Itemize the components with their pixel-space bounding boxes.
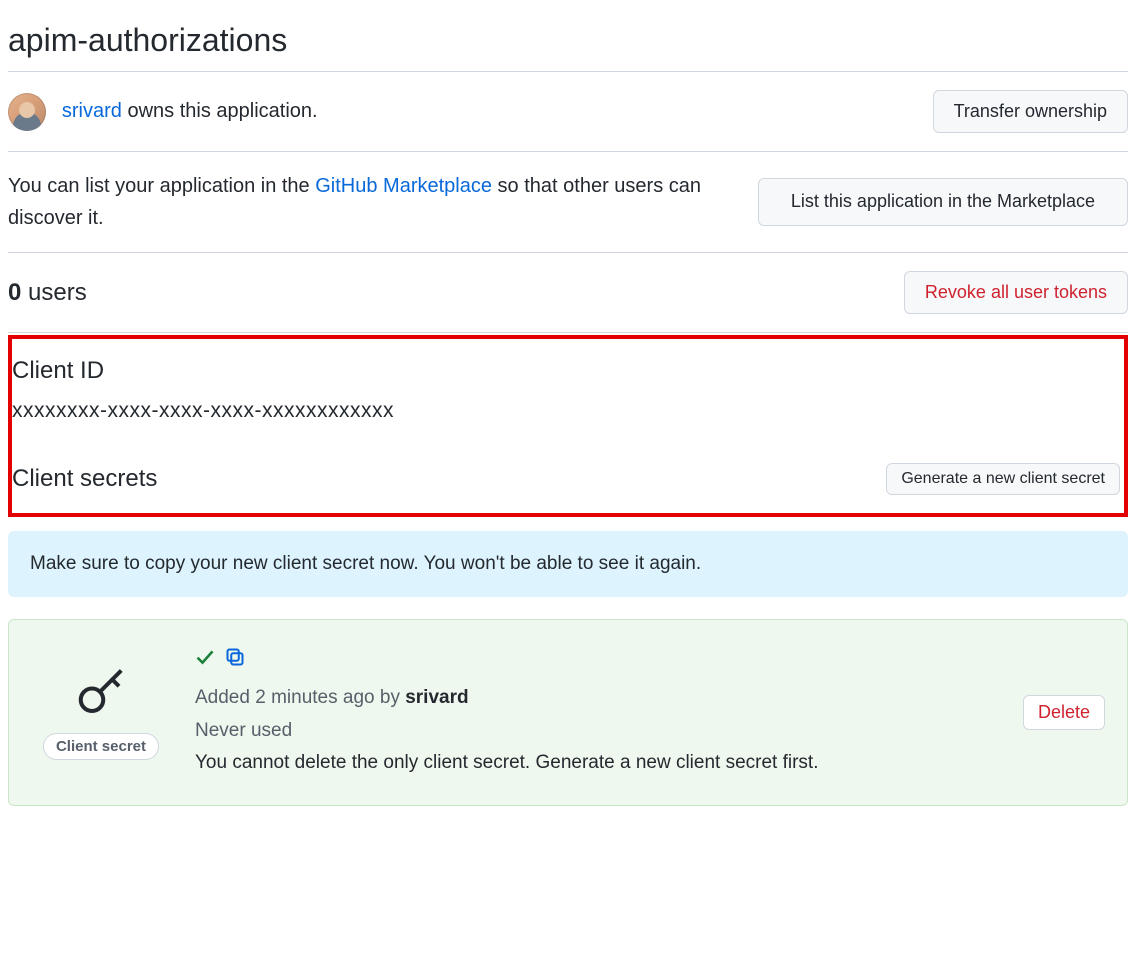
copy-secret-alert: Make sure to copy your new client secret… <box>8 531 1128 597</box>
generate-client-secret-button[interactable]: Generate a new client secret <box>886 463 1120 495</box>
client-secrets-label: Client secrets <box>12 465 157 493</box>
transfer-ownership-button[interactable]: Transfer ownership <box>933 90 1128 133</box>
users-count-number: 0 <box>8 279 21 306</box>
secret-added-time: 2 minutes ago <box>255 687 374 708</box>
client-id-label: Client ID <box>12 357 1120 385</box>
users-count: 0 users <box>8 279 87 307</box>
secret-usage: Never used <box>195 715 999 747</box>
list-marketplace-button[interactable]: List this application in the Marketplace <box>758 178 1128 225</box>
users-count-label: users <box>21 279 86 306</box>
secret-added: Added 2 minutes ago by srivard <box>195 682 999 714</box>
marketplace-text: You can list your application in the Git… <box>8 170 738 234</box>
owner-text: srivard owns this application. <box>62 100 318 123</box>
owner-row: srivard owns this application. Transfer … <box>8 72 1128 151</box>
client-secret-item: Client secret Added 2 minutes ago by sri… <box>8 619 1128 806</box>
mp-text-before: You can list your application in the <box>8 175 315 197</box>
revoke-tokens-button[interactable]: Revoke all user tokens <box>904 271 1128 314</box>
secret-delete-note: You cannot delete the only client secret… <box>195 747 999 779</box>
client-id-value: xxxxxxxx-xxxx-xxxx-xxxx-xxxxxxxxxxxx <box>12 399 1120 423</box>
delete-secret-button[interactable]: Delete <box>1023 695 1105 730</box>
secret-added-by-prefix: by <box>375 687 406 708</box>
highlight-box: Client ID xxxxxxxx-xxxx-xxxx-xxxx-xxxxxx… <box>8 335 1128 517</box>
check-icon <box>195 646 215 678</box>
users-row: 0 users Revoke all user tokens <box>8 253 1128 332</box>
secret-details: Added 2 minutes ago by srivard Never use… <box>195 646 999 779</box>
secret-added-by: srivard <box>405 687 468 708</box>
marketplace-link[interactable]: GitHub Marketplace <box>315 175 492 197</box>
owner-info: srivard owns this application. <box>8 93 318 131</box>
secret-left: Client secret <box>31 666 171 760</box>
secret-added-prefix: Added <box>195 687 255 708</box>
divider <box>8 332 1128 333</box>
avatar[interactable] <box>8 93 46 131</box>
secret-right: Delete <box>1023 695 1105 730</box>
client-secrets-row: Client secrets Generate a new client sec… <box>12 463 1120 495</box>
client-secret-badge: Client secret <box>43 733 159 760</box>
owner-suffix: owns this application. <box>122 100 318 122</box>
page-title: apim-authorizations <box>8 22 1128 59</box>
marketplace-row: You can list your application in the Git… <box>8 152 1128 252</box>
secret-icon-row <box>195 646 999 678</box>
copy-icon[interactable] <box>225 646 245 678</box>
owner-link[interactable]: srivard <box>62 100 122 122</box>
key-icon <box>74 666 128 723</box>
